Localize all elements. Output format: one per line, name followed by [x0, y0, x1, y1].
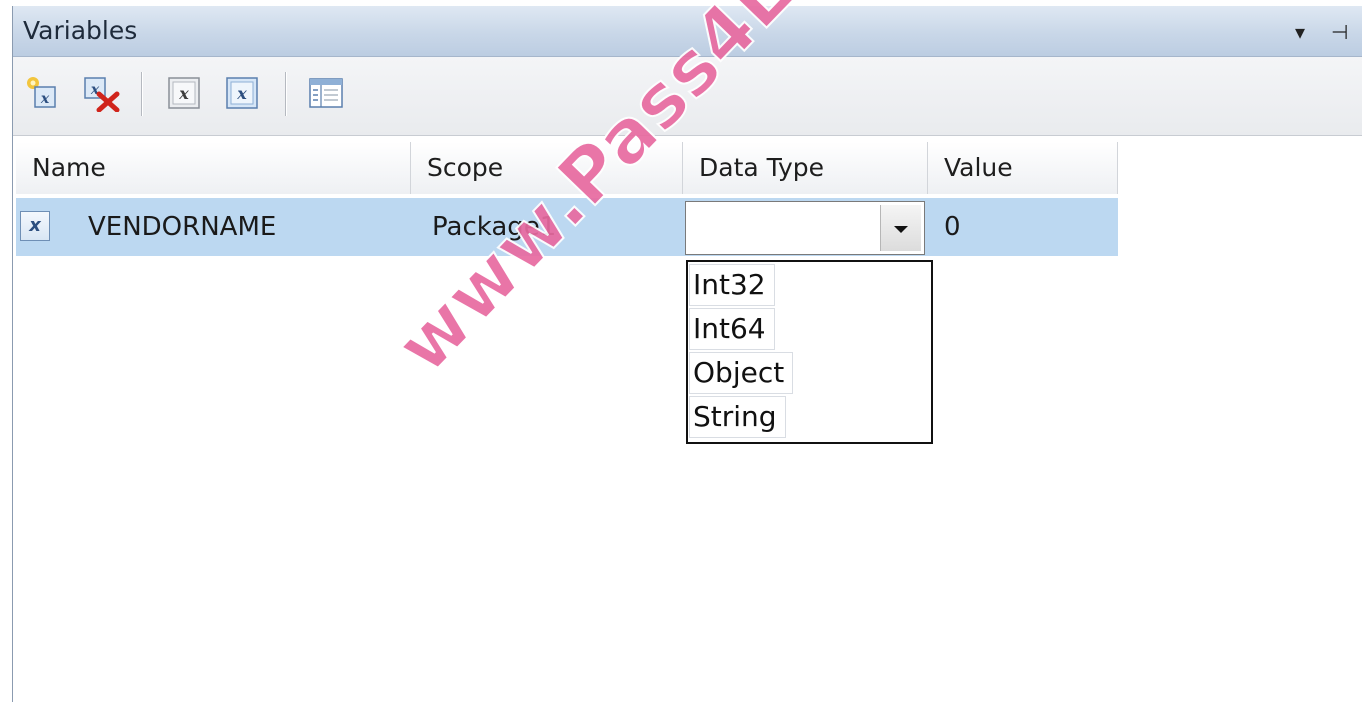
data-type-dropdown-button[interactable] [880, 205, 921, 251]
toolbar-separator [141, 72, 142, 116]
panel-titlebar: Variables ▾ ⊣ [13, 6, 1362, 57]
toolbar-separator [285, 72, 286, 116]
dropdown-option-string[interactable]: String [689, 396, 786, 438]
window-menu-dropdown-icon[interactable]: ▾ [1295, 20, 1305, 44]
add-variable-icon[interactable]: x [23, 74, 61, 112]
column-header-scope[interactable]: Scope [411, 142, 683, 194]
svg-text:x: x [178, 84, 189, 103]
column-header-data-type[interactable]: Data Type [683, 142, 928, 194]
svg-text:x: x [236, 84, 247, 103]
dropdown-option-int64[interactable]: Int64 [689, 308, 775, 350]
data-type-combobox[interactable] [685, 201, 925, 255]
variable-value-cell[interactable]: 0 [944, 198, 961, 256]
variable-name-cell[interactable]: VENDORNAME [88, 198, 276, 256]
dropdown-option-int32[interactable]: Int32 [689, 264, 775, 306]
show-all-variables-icon[interactable]: x [223, 74, 261, 112]
delete-variable-icon[interactable]: x [81, 74, 120, 113]
pin-icon[interactable]: ⊣ [1331, 20, 1348, 44]
dropdown-option-object[interactable]: Object [689, 352, 794, 394]
svg-text:x: x [40, 91, 50, 107]
column-header-name[interactable]: Name [16, 142, 411, 194]
show-system-variables-icon[interactable]: x [165, 74, 203, 112]
variable-scope-cell[interactable]: Package1 [432, 198, 556, 256]
choose-columns-icon[interactable] [307, 74, 345, 112]
data-type-dropdown-list: Int32 Int64 Object String [686, 260, 933, 444]
panel-title: Variables [23, 16, 138, 45]
column-header-value[interactable]: Value [928, 142, 1118, 194]
table-row[interactable]: x VENDORNAME Package1 0 [16, 198, 1118, 256]
variables-panel: Variables ▾ ⊣ x x x x Name Scope Data Ty… [12, 6, 1362, 702]
variable-icon: x [20, 211, 50, 241]
toolbar: x x x x [13, 57, 1362, 136]
chevron-down-icon [894, 226, 908, 233]
